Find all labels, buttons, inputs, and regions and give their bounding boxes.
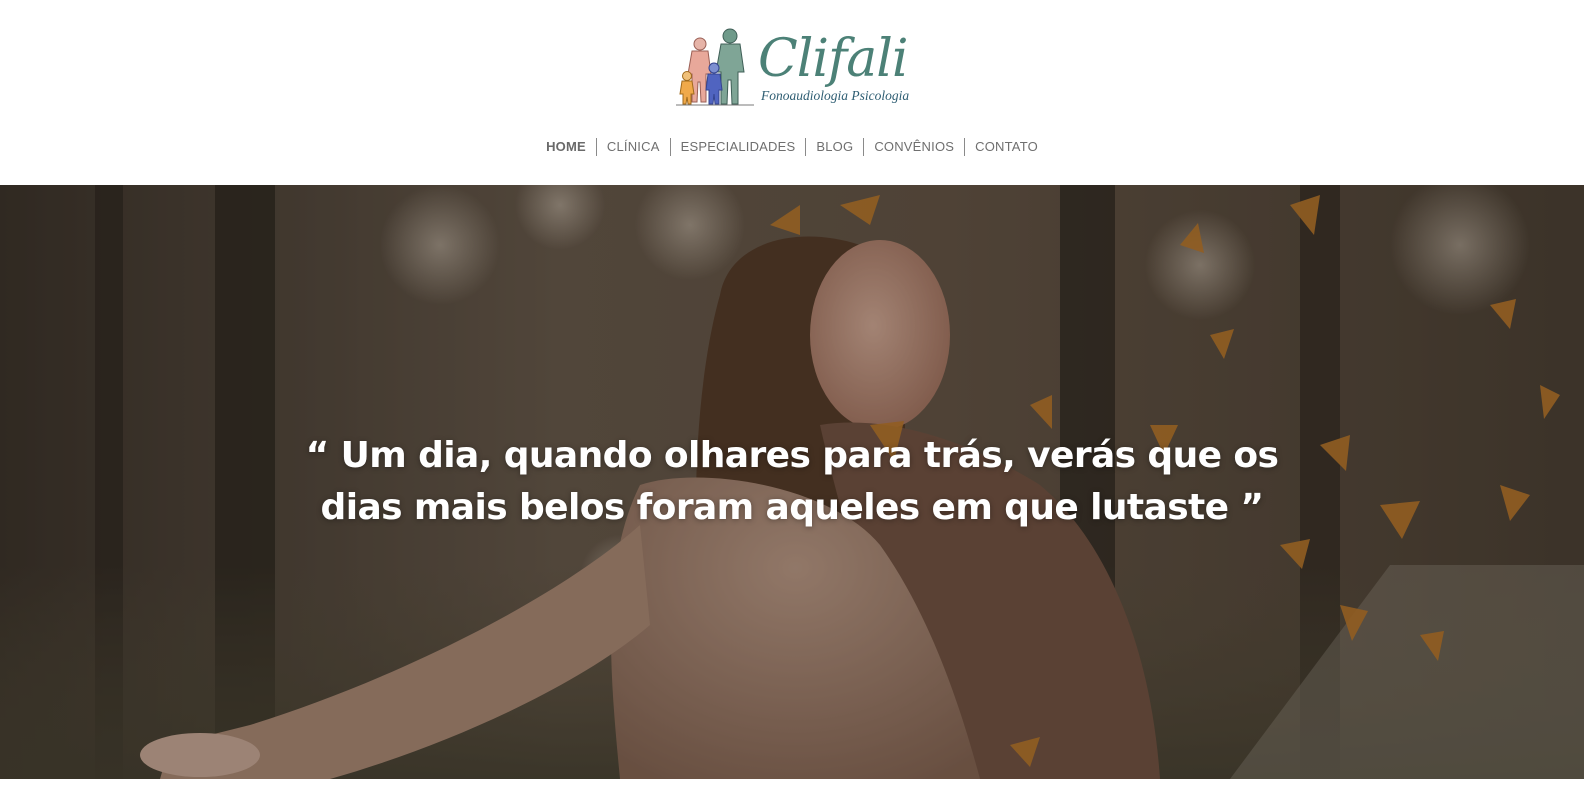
page: Clifali Fonoaudiologia Psicologia HOME C… [0, 0, 1584, 798]
nav-item-home[interactable]: HOME [536, 138, 596, 156]
hero-quote-line-1: “ Um dia, quando olhares para trás, verá… [305, 435, 1279, 476]
nav-item-clinica[interactable]: CLÍNICA [595, 138, 670, 156]
hero-quote-line-2: dias mais belos foram aqueles em que lut… [320, 487, 1265, 528]
family-figures-logo-icon [676, 28, 754, 106]
site-header: Clifali Fonoaudiologia Psicologia HOME C… [0, 0, 1584, 185]
nav-item-contato[interactable]: CONTATO [964, 138, 1048, 156]
nav-item-especialidades[interactable]: ESPECIALIDADES [669, 138, 806, 156]
nav-item-convenios[interactable]: CONVÊNIOS [863, 138, 964, 156]
nav-item-blog[interactable]: BLOG [805, 138, 863, 156]
brand-tagline: Fonoaudiologia Psicologia [761, 88, 910, 103]
site-logo[interactable]: Clifali Fonoaudiologia Psicologia [674, 24, 910, 108]
hero-banner: “ Um dia, quando olhares para trás, verá… [0, 185, 1584, 779]
main-nav: HOME CLÍNICA ESPECIALIDADES BLOG CONVÊNI… [0, 136, 1584, 158]
brand-name: Clifali [758, 29, 909, 89]
below-hero-strip [0, 779, 1584, 798]
hero-quote: “ Um dia, quando olhares para trás, verá… [292, 430, 1292, 534]
